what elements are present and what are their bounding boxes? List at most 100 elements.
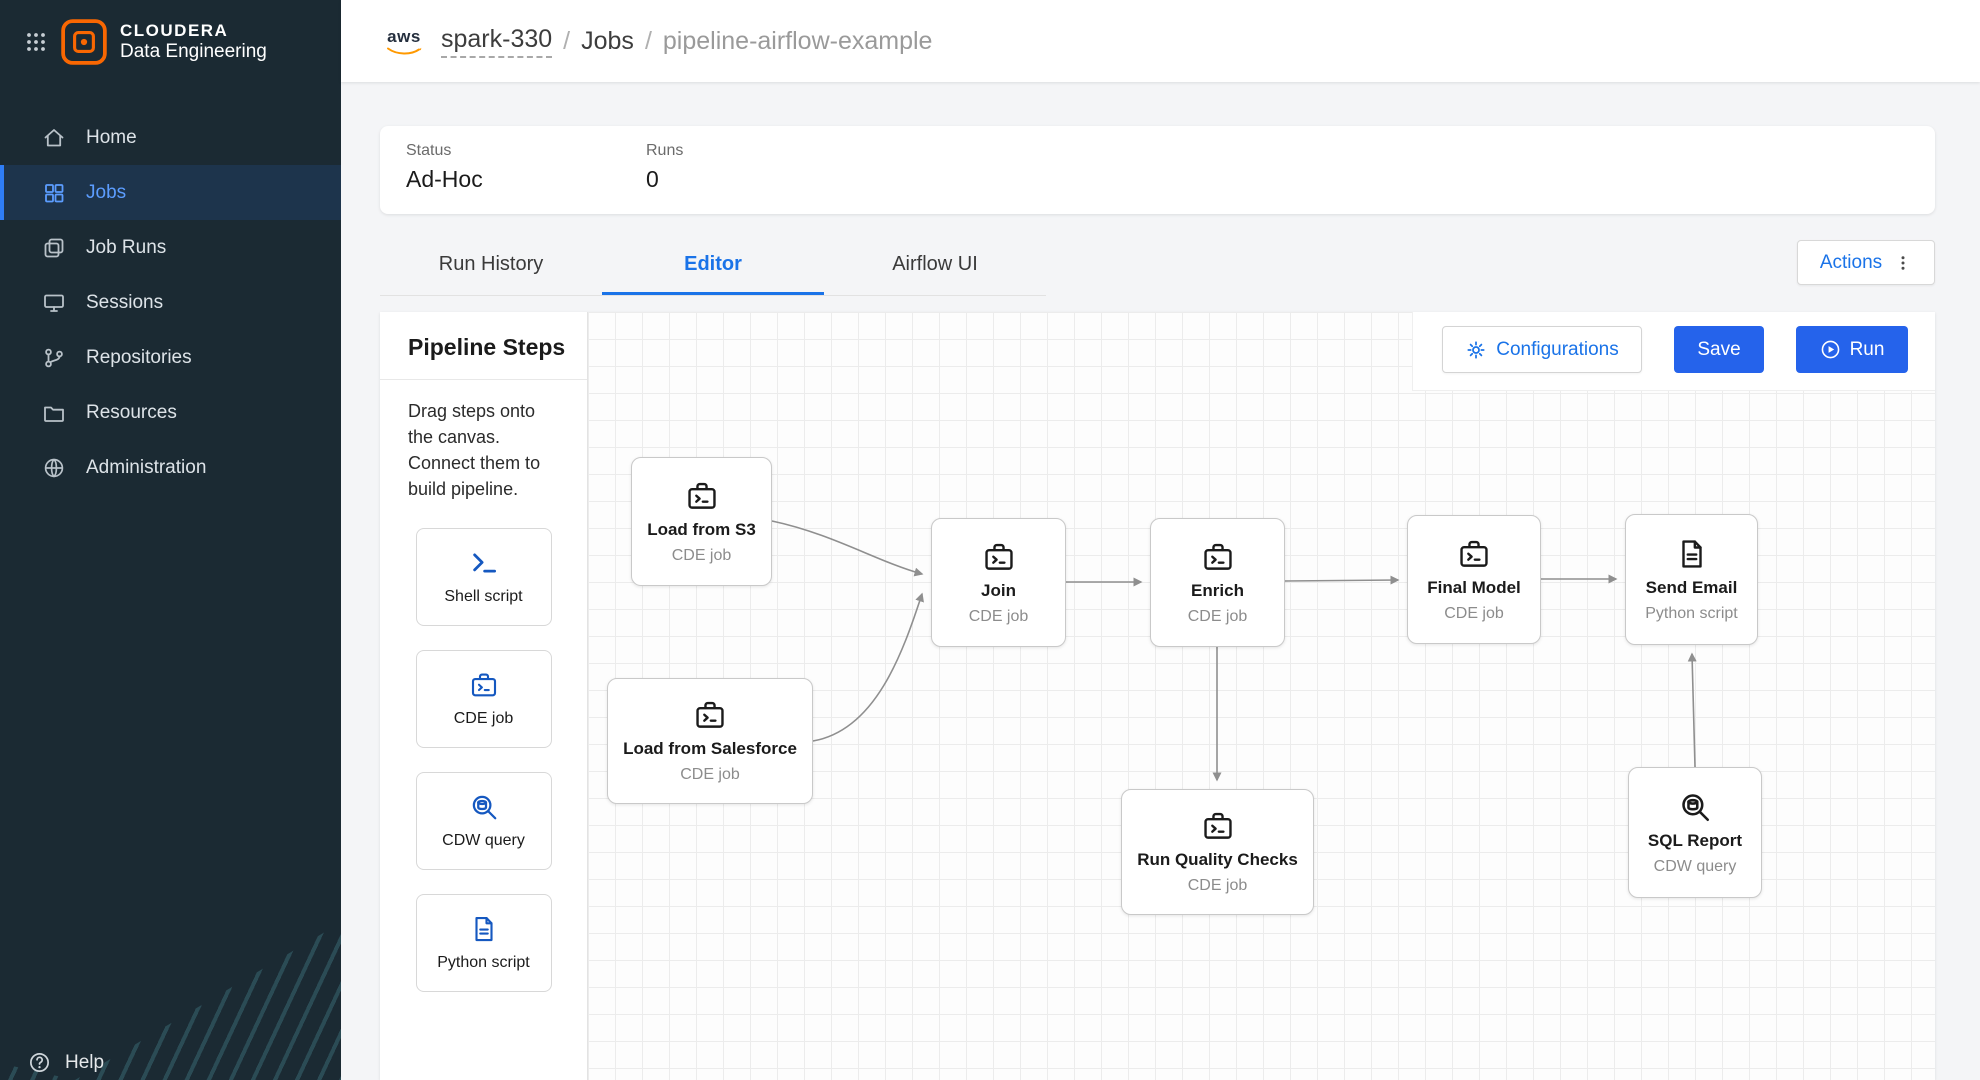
sidebar-item-job-runs[interactable]: Job Runs [0,220,341,275]
node-title: Join [981,581,1016,601]
node-title: Send Email [1646,578,1738,598]
sidebar-item-label: Job Runs [86,237,166,259]
main-area: aws spark-330 / Jobs / pipeline-airflow-… [341,0,1980,1080]
breadcrumb-separator: / [563,27,570,56]
runs-column: Runs 0 [646,142,886,198]
pipeline-node-sql-report[interactable]: SQL Report CDW query [1628,767,1762,898]
sidebar-nav: Home Jobs Job Runs Sessions Repositories… [0,110,341,495]
sidebar-item-resources[interactable]: Resources [0,385,341,440]
node-title: Enrich [1191,581,1244,601]
python-script-icon [1675,537,1709,571]
node-title: Load from S3 [647,520,756,540]
sidebar-item-sessions[interactable]: Sessions [0,275,341,330]
play-circle-icon [1820,339,1841,360]
cde-job-icon [1201,540,1235,574]
tab-run-history[interactable]: Run History [380,237,602,295]
brand-product: Data Engineering [120,41,267,63]
edge-enrich-to-final-model [1285,580,1398,581]
tab-airflow-ui[interactable]: Airflow UI [824,237,1046,295]
brand-text: CLOUDERA Data Engineering [120,21,267,62]
node-subtitle: CDE job [1188,608,1248,626]
configurations-button[interactable]: Configurations [1442,326,1642,373]
job-summary-card: Status Ad-Hoc Runs 0 [380,126,1935,214]
save-button[interactable]: Save [1674,326,1764,373]
pipeline-canvas[interactable]: Configurations Save Run [588,312,1935,1080]
step-shell-script[interactable]: Shell script [416,528,552,626]
sidebar-item-home[interactable]: Home [0,110,341,165]
node-subtitle: CDE job [1188,877,1248,895]
step-label: CDE job [454,710,514,728]
node-subtitle: Python script [1645,605,1737,623]
status-label: Status [406,142,646,160]
step-cde-job[interactable]: CDE job [416,650,552,748]
canvas-toolbar: Configurations Save Run [1412,312,1935,391]
pipeline-node-final-model[interactable]: Final Model CDE job [1407,515,1541,644]
node-subtitle: CDE job [680,766,740,784]
breadcrumb-current-page: pipeline-airflow-example [663,27,933,56]
python-script-icon [469,914,499,944]
step-python-script[interactable]: Python script [416,894,552,992]
top-header: aws spark-330 / Jobs / pipeline-airflow-… [341,0,1980,82]
pipeline-node-load-from-s3[interactable]: Load from S3 CDE job [631,457,772,586]
sidebar-help[interactable]: Help [28,1051,104,1074]
node-subtitle: CDE job [969,608,1029,626]
status-column: Status Ad-Hoc [406,142,646,198]
cloudera-logo-icon [60,18,108,66]
job-runs-icon [42,236,66,260]
pipeline-node-load-from-salesforce[interactable]: Load from Salesforce CDE job [607,678,813,804]
step-label: Python script [437,954,529,972]
administration-icon [42,456,66,480]
runs-label: Runs [646,142,886,160]
cdw-query-icon [469,792,499,822]
cdw-query-icon [1678,790,1712,824]
sidebar-item-jobs[interactable]: Jobs [0,165,341,220]
save-label: Save [1697,339,1740,361]
content-area: Status Ad-Hoc Runs 0 Run History Editor … [341,82,1980,1080]
app-launcher-icon[interactable] [24,30,48,54]
breadcrumb-jobs[interactable]: Jobs [581,27,634,56]
node-title: Load from Salesforce [623,739,797,759]
breadcrumb: aws spark-330 / Jobs / pipeline-airflow-… [386,25,932,58]
pipeline-node-run-quality-checks[interactable]: Run Quality Checks CDE job [1121,789,1314,915]
tab-bar: Run History Editor Airflow UI [380,237,1046,296]
sidebar-header: CLOUDERA Data Engineering [0,0,341,82]
sidebar-item-label: Resources [86,402,177,424]
cde-job-icon [469,670,499,700]
aws-badge-label: aws [387,27,421,47]
edge-sql-report-to-send-email [1692,654,1695,767]
help-icon [28,1051,51,1074]
cde-job-icon [685,479,719,513]
breadcrumb-cluster[interactable]: spark-330 [441,25,552,58]
steps-panel-title: Pipeline Steps [380,312,587,380]
node-subtitle: CDE job [672,547,732,565]
steps-panel-description: Drag steps onto the canvas. Connect them… [380,380,587,512]
cde-job-icon [693,698,727,732]
sidebar-item-administration[interactable]: Administration [0,440,341,495]
sessions-icon [42,291,66,315]
step-label: Shell script [444,588,522,606]
pipeline-node-enrich[interactable]: Enrich CDE job [1150,518,1285,647]
step-cdw-query[interactable]: CDW query [416,772,552,870]
repositories-icon [42,346,66,370]
resources-icon [42,401,66,425]
configurations-label: Configurations [1496,339,1619,361]
sidebar-decorative-stripes [0,870,341,1080]
pipeline-node-join[interactable]: Join CDE job [931,518,1066,647]
sidebar-item-label: Home [86,127,137,149]
edge-load-from-salesforce-to-join [813,594,922,741]
step-label: CDW query [442,832,525,850]
home-icon [42,126,66,150]
cde-job-icon [1201,809,1235,843]
run-button[interactable]: Run [1796,326,1908,373]
pipeline-node-send-email[interactable]: Send Email Python script [1625,514,1758,645]
tab-editor[interactable]: Editor [602,237,824,295]
breadcrumb-separator: / [645,27,652,56]
sidebar-item-repositories[interactable]: Repositories [0,330,341,385]
actions-button[interactable]: Actions [1797,240,1935,285]
cde-job-icon [1457,537,1491,571]
sidebar-item-label: Sessions [86,292,163,314]
shell-script-icon [469,548,499,578]
status-value: Ad-Hoc [406,166,646,193]
aws-swoosh-icon [386,47,422,56]
kebab-icon [1894,254,1912,272]
